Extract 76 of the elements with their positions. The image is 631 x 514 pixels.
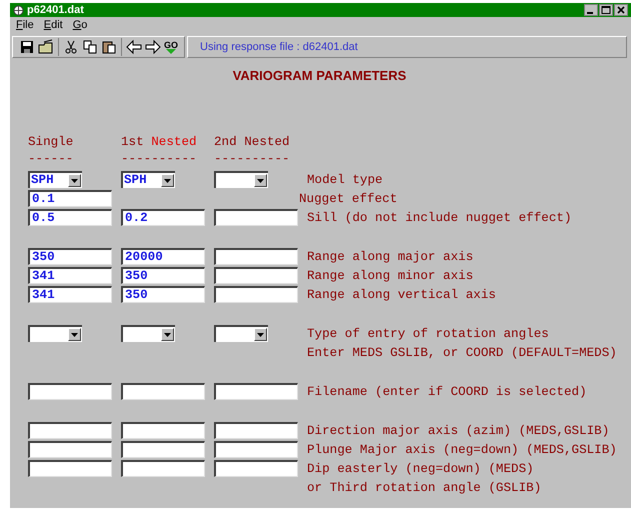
input-field[interactable] <box>214 248 298 265</box>
column-rule: ------ <box>28 152 74 166</box>
save-icon[interactable] <box>19 39 35 55</box>
field-label: or Third rotation angle (GSLIB) <box>307 480 542 494</box>
right-arrow-icon[interactable] <box>145 39 161 55</box>
app-icon <box>13 4 24 16</box>
window-title: p62401.dat <box>27 4 84 16</box>
status-text: Using response file : d62401.dat <box>200 41 358 53</box>
input-field[interactable] <box>28 422 112 439</box>
input-field[interactable]: 350 <box>121 267 205 284</box>
column-header: Nested <box>151 134 197 148</box>
caret-icon <box>164 332 171 336</box>
input-field[interactable]: 20000 <box>121 248 205 265</box>
dropdown[interactable] <box>28 325 82 342</box>
column-rule: ---------- <box>214 152 291 166</box>
input-field[interactable] <box>214 209 298 226</box>
field-label: Range along vertical axis <box>307 288 496 302</box>
folder-icon[interactable] <box>38 39 54 55</box>
input-field[interactable]: 0.1 <box>28 190 112 207</box>
field-label: Range along major axis <box>307 250 474 264</box>
input-field[interactable] <box>214 460 298 477</box>
field-label: Enter MEDS GSLIB, or COORD (DEFAULT=MEDS) <box>307 346 617 360</box>
column-header: 2nd Nested <box>214 134 290 148</box>
dropdown[interactable]: SPH <box>28 171 82 188</box>
caret-icon <box>71 178 78 182</box>
menu-item[interactable]: Edit <box>44 19 63 31</box>
caret-icon <box>257 332 264 336</box>
paste-icon[interactable] <box>101 39 117 55</box>
field-label: Filename (enter if COORD is selected) <box>307 384 587 398</box>
field-label: Sill (do not include nugget effect) <box>307 210 572 224</box>
field-label: Plunge Major axis (neg=down) (MEDS,GSLIB) <box>307 442 617 456</box>
left-arrow-icon[interactable] <box>126 39 142 55</box>
input-field[interactable]: 0.5 <box>28 209 112 226</box>
caret-icon <box>257 178 264 182</box>
input-field[interactable] <box>121 441 205 458</box>
input-field[interactable]: 350 <box>28 248 112 265</box>
menu-item[interactable]: Go <box>72 19 88 31</box>
scissors-icon[interactable] <box>63 39 79 55</box>
menu-item[interactable]: File <box>16 19 34 31</box>
copy-icon[interactable] <box>82 39 98 55</box>
input-field[interactable] <box>28 441 112 458</box>
input-field[interactable] <box>214 267 298 284</box>
go-button[interactable]: GO <box>164 40 178 54</box>
input-field[interactable]: 350 <box>121 286 205 303</box>
column-rule: ---------- <box>121 152 198 166</box>
field-label: Dip easterly (neg=down) (MEDS) <box>307 462 534 476</box>
input-field[interactable] <box>214 286 298 303</box>
field-label: Direction major axis (azim) (MEDS,GSLIB) <box>307 424 610 438</box>
field-label: Range along minor axis <box>307 268 474 282</box>
input-field[interactable] <box>214 422 298 439</box>
input-field[interactable]: 341 <box>28 267 112 284</box>
input-field[interactable] <box>214 441 298 458</box>
dropdown[interactable] <box>214 171 268 188</box>
input-field[interactable]: 341 <box>28 286 112 303</box>
dropdown[interactable] <box>214 325 268 342</box>
caret-icon <box>164 178 171 182</box>
input-field[interactable] <box>28 460 112 477</box>
input-field[interactable] <box>28 383 112 400</box>
column-header: 1st <box>121 134 145 148</box>
close-button[interactable] <box>614 4 628 16</box>
field-label: Nugget effect <box>299 192 398 206</box>
down-arrow-icon <box>166 48 176 54</box>
input-field[interactable] <box>121 422 205 439</box>
column-header: Single <box>28 134 74 148</box>
input-field[interactable]: 0.2 <box>121 209 205 226</box>
dropdown[interactable] <box>121 325 175 342</box>
minimize-button[interactable] <box>584 4 598 16</box>
maximize-button[interactable] <box>599 4 613 16</box>
field-label: Model type <box>307 172 383 186</box>
input-field[interactable] <box>121 460 205 477</box>
page-heading: VARIOGRAM PARAMETERS <box>232 68 408 83</box>
dropdown[interactable]: SPH <box>121 171 175 188</box>
caret-icon <box>71 332 78 336</box>
field-label: Type of entry of rotation angles <box>307 326 549 340</box>
input-field[interactable] <box>214 383 298 400</box>
input-field[interactable] <box>121 383 205 400</box>
